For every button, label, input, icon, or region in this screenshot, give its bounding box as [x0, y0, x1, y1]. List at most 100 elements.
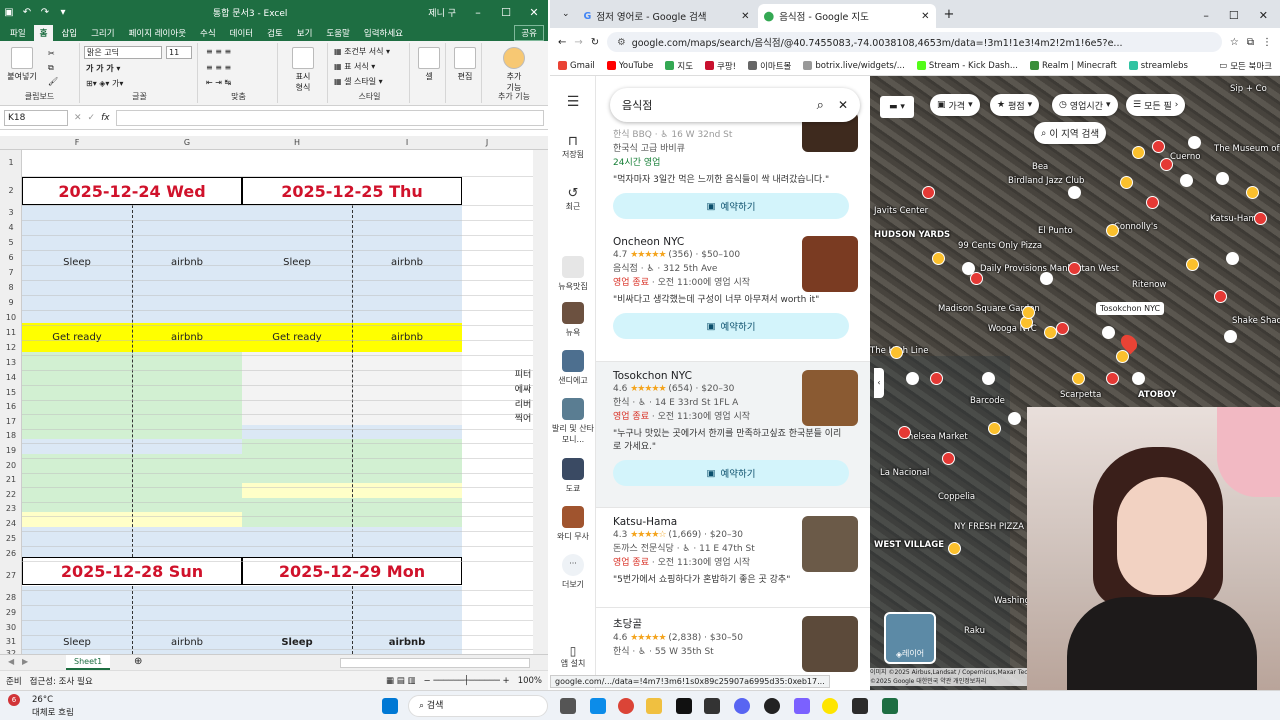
edit-button[interactable]: 편집	[453, 47, 477, 82]
bookmark-star-icon[interactable]: ☆	[1230, 37, 1239, 48]
map-label[interactable]: The Museum of Modern Art	[1214, 144, 1280, 154]
tab-page-layout[interactable]: 페이지 레이아웃	[123, 25, 192, 41]
place-card-partial[interactable]: 한식 BBQ · ♿ 16 W 32nd St 한국식 고급 바비큐 24시간 …	[596, 112, 870, 219]
copy-icon[interactable]: ⧉	[48, 63, 54, 73]
restaurant-pin-icon[interactable]	[1254, 212, 1267, 225]
maps-search-box[interactable]: 음식점 ⌕ ✕	[610, 88, 860, 122]
col-header-j[interactable]: J	[462, 138, 512, 147]
fx-icon[interactable]: fx	[101, 113, 110, 123]
reload-icon[interactable]: ↻	[591, 37, 599, 48]
cell-g-airbnb-31[interactable]: airbnb	[132, 634, 242, 650]
rail-saved[interactable]: ⊓ 저장됨	[550, 134, 596, 160]
restaurant-pin-icon[interactable]	[1224, 330, 1237, 343]
restaurant-pin-icon[interactable]	[1146, 196, 1159, 209]
restaurant-pin-icon[interactable]	[1214, 290, 1227, 303]
date-header-2[interactable]: 2025-12-25 Thu	[242, 177, 462, 205]
restaurant-pin-icon[interactable]	[922, 186, 935, 199]
rail-recent[interactable]: ↺ 최근	[550, 186, 596, 212]
restaurant-pin-icon[interactable]	[1068, 262, 1081, 275]
horizontal-scrollbar[interactable]	[340, 658, 530, 668]
row-header[interactable]: 2	[0, 186, 22, 195]
restaurant-pin-icon[interactable]	[932, 252, 945, 265]
sheet-nav-left-icon[interactable]: ◀	[8, 657, 14, 666]
cell-i-airbnb[interactable]: airbnb	[352, 250, 462, 274]
restaurant-pin-icon[interactable]	[1216, 172, 1229, 185]
close-icon[interactable]: ✕	[1259, 9, 1268, 22]
row-header[interactable]: 7	[0, 268, 22, 277]
restaurant-pin-icon[interactable]	[1040, 272, 1053, 285]
paste-button[interactable]: 붙여넣기	[4, 47, 40, 82]
row-header[interactable]: 28	[0, 593, 22, 602]
cells-button[interactable]: 셀	[417, 47, 441, 82]
cell-f-sleep-31[interactable]: Sleep	[22, 634, 132, 650]
restaurant-pin-icon[interactable]	[1226, 252, 1239, 265]
align-left-icons[interactable]: ≡ ≡ ≡	[206, 63, 231, 72]
rail-san-diego[interactable]: 샌디에고	[550, 350, 596, 386]
bookmark-kick[interactable]: Stream - Kick Dash...	[916, 61, 1018, 71]
restaurant-pin-icon[interactable]	[982, 372, 995, 385]
maps-search-input[interactable]: 음식점	[622, 97, 811, 113]
tell-me-search[interactable]: 입력하세요	[358, 25, 409, 41]
restaurant-pin-icon[interactable]	[906, 372, 919, 385]
command-prompt-icon[interactable]	[852, 698, 868, 714]
view-buttons[interactable]: ▦ ▤ ▥	[386, 676, 416, 686]
layers-button[interactable]: ◈ 레이어	[884, 612, 936, 664]
cut-icon[interactable]: ✂	[48, 49, 55, 58]
bookmark-gmail[interactable]: Gmail	[558, 61, 595, 71]
map-label[interactable]: Barcode	[970, 396, 1005, 406]
spreadsheet-grid[interactable]: 2025-12-24 Wed 2025-12-25 Thu Sleep airb…	[22, 150, 533, 654]
col-header-i[interactable]: I	[352, 138, 462, 147]
row-header[interactable]: 22	[0, 490, 22, 499]
kakaotalk-icon[interactable]	[822, 698, 838, 714]
tab-home[interactable]: 홈	[33, 25, 54, 41]
map-label[interactable]: Chelsea Market	[902, 432, 968, 442]
row-header[interactable]: 31	[0, 637, 22, 646]
addin-button[interactable]: 추가 기능	[500, 47, 528, 93]
add-sheet-icon[interactable]: ⊕	[134, 656, 142, 667]
map-label[interactable]: Birdland Jazz Club	[1008, 176, 1084, 186]
map-label[interactable]: Bea	[1032, 162, 1048, 172]
site-info-icon[interactable]: ⚙	[617, 37, 626, 48]
restaurant-pin-icon[interactable]	[962, 262, 975, 275]
weather-widget[interactable]: 6 26°C 대체로 흐림	[8, 694, 108, 718]
back-icon[interactable]: ←	[558, 37, 566, 48]
redo-icon[interactable]: ↷	[36, 7, 54, 18]
map-label[interactable]: Coppelia	[938, 492, 975, 502]
date-header-1[interactable]: 2025-12-24 Wed	[22, 177, 242, 205]
row-header[interactable]: 25	[0, 534, 22, 543]
restaurant-pin-icon[interactable]	[1056, 322, 1069, 335]
minimize-icon[interactable]: –	[464, 6, 492, 19]
restaurant-pin-icon[interactable]	[1008, 412, 1021, 425]
close-icon[interactable]: ✕	[520, 6, 548, 19]
hours-chip[interactable]: ◷ 영업시간 ▾	[1052, 94, 1118, 116]
bookmark-streamlabs[interactable]: streamlebs	[1128, 61, 1188, 71]
sheet-nav-right-icon[interactable]: ▶	[22, 657, 28, 666]
row-header[interactable]: 12	[0, 343, 22, 352]
tab-insert[interactable]: 삽입	[55, 25, 83, 41]
place-card-tosokchon[interactable]: Tosokchon NYC 4.6 ★★★★★ (654) · $20–30 한…	[596, 362, 870, 508]
row-header[interactable]: 16	[0, 402, 22, 411]
search-icon[interactable]: ⌕	[817, 98, 824, 113]
tab-formulas[interactable]: 수식	[194, 25, 222, 41]
restaurant-pin-icon[interactable]	[1186, 258, 1199, 271]
cell-h-get-ready[interactable]: Get ready	[242, 323, 352, 352]
place-card-katsu-hama[interactable]: Katsu-Hama 4.3 ★★★★☆ (1,669) · $20–30 돈까…	[596, 508, 870, 608]
rail-tokyo[interactable]: 도쿄	[550, 458, 596, 494]
row-header[interactable]: 19	[0, 446, 22, 455]
row-header[interactable]: 27	[0, 571, 22, 580]
row-header[interactable]: 30	[0, 623, 22, 632]
cell-f-get-ready[interactable]: Get ready	[22, 323, 132, 352]
row-header[interactable]: 21	[0, 475, 22, 484]
discord-icon[interactable]	[734, 698, 750, 714]
row-header[interactable]: 17	[0, 417, 22, 426]
restaurant-pin-icon[interactable]	[1132, 146, 1145, 159]
tab-view[interactable]: 보기	[291, 25, 319, 41]
row-header[interactable]: 18	[0, 431, 22, 440]
cancel-icon[interactable]: ✕	[74, 113, 82, 123]
restaurant-pin-icon[interactable]	[1106, 372, 1119, 385]
note-j-1[interactable]: 피터	[512, 366, 533, 380]
map-label[interactable]: Shake Shack Midtown East	[1232, 316, 1280, 326]
map-label[interactable]: Connolly's	[1114, 222, 1158, 232]
row-header[interactable]: 11	[0, 328, 22, 337]
all-filters-chip[interactable]: ☰ 모든 필 ›	[1126, 94, 1186, 116]
